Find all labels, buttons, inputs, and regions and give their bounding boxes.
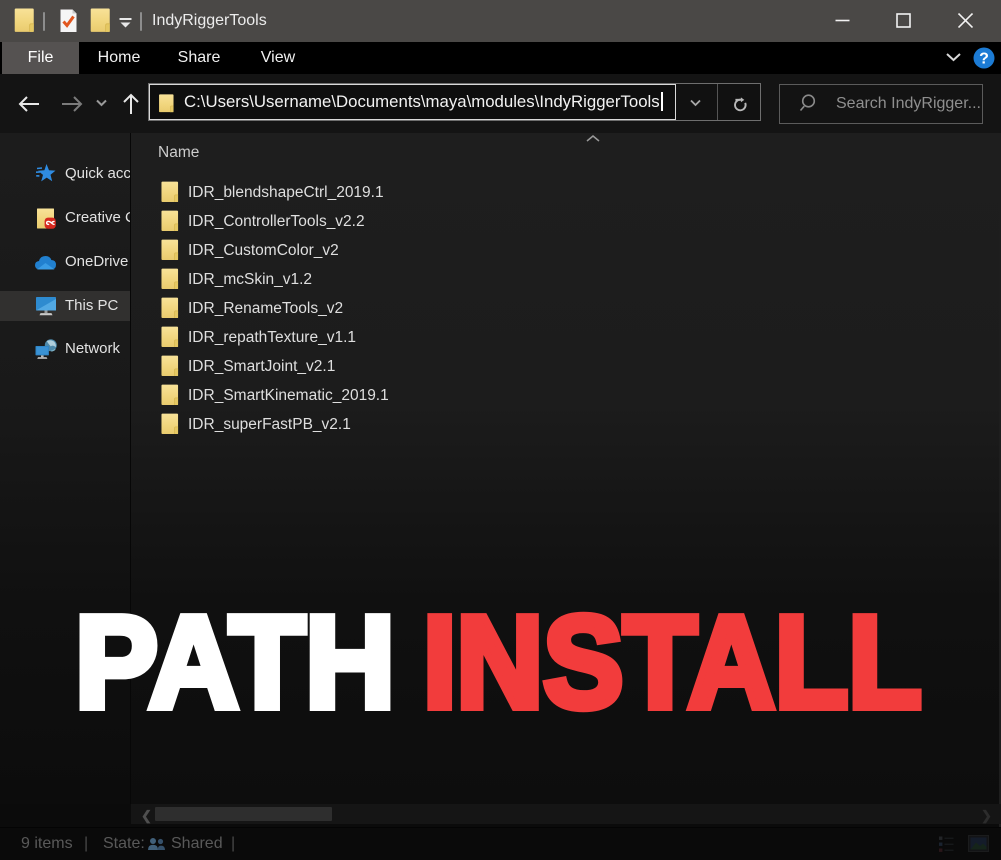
svg-text:?: ? — [979, 51, 989, 68]
